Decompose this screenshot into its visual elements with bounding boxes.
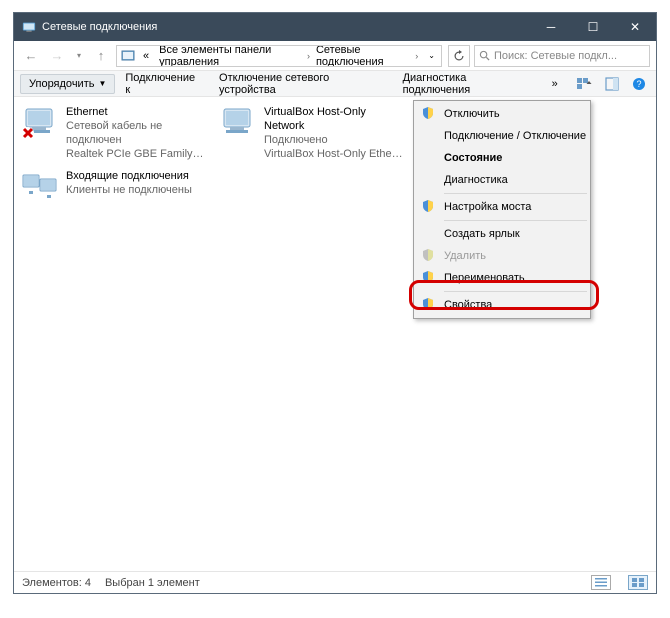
- shield-icon: [421, 106, 437, 122]
- ctx-diagnostics[interactable]: Диагностика: [416, 169, 588, 191]
- control-panel-icon: [121, 49, 137, 63]
- titlebar: Сетевые подключения ─ ☐ ✕: [14, 13, 656, 41]
- item-count: Элементов: 4: [22, 577, 91, 589]
- overflow-button[interactable]: »: [544, 75, 566, 93]
- window: Сетевые подключения ─ ☐ ✕ ← → ▾ ↑ « Все …: [13, 12, 657, 594]
- adapter-name: VirtualBox Host-Only Network: [264, 105, 404, 133]
- ctx-label: Свойства: [444, 299, 492, 311]
- diagnose-button[interactable]: Диагностика подключения: [395, 69, 542, 99]
- ctx-disable[interactable]: Отключить: [416, 103, 588, 125]
- separator: [444, 193, 587, 194]
- shield-icon: [421, 199, 437, 215]
- incoming-icon: [20, 169, 60, 205]
- ctx-properties[interactable]: Свойства: [416, 294, 588, 316]
- help-button[interactable]: ?: [629, 74, 650, 94]
- up-button[interactable]: ↑: [90, 45, 112, 67]
- ctx-label: Удалить: [444, 250, 486, 262]
- ctx-shortcut[interactable]: Создать ярлык: [416, 223, 588, 245]
- connect-button[interactable]: Подключение к: [117, 69, 209, 99]
- adapter-status: Сетевой кабель не подключен: [66, 119, 206, 147]
- breadcrumb-prefix: «: [139, 50, 153, 62]
- window-title: Сетевые подключения: [42, 21, 157, 33]
- ctx-bridge[interactable]: Настройка моста: [416, 196, 588, 218]
- content-area: Ethernet Сетевой кабель не подключен Rea…: [14, 97, 656, 571]
- disable-device-button[interactable]: Отключение сетевого устройства: [211, 69, 393, 99]
- history-dropdown[interactable]: ▾: [72, 45, 86, 67]
- shield-icon: [421, 297, 437, 313]
- forward-button[interactable]: →: [46, 45, 68, 67]
- adapter-name: Входящие подключения: [66, 169, 192, 183]
- adapter-status: Клиенты не подключены: [66, 183, 192, 197]
- svg-text:?: ?: [637, 79, 642, 89]
- adapter-name: Ethernet: [66, 105, 206, 119]
- breadcrumb-separator-icon: ›: [415, 51, 418, 61]
- view-options-button[interactable]: [574, 74, 595, 94]
- statusbar: Элементов: 4 Выбран 1 элемент: [14, 571, 656, 593]
- ctx-connect-disconnect[interactable]: Подключение / Отключение: [416, 125, 588, 147]
- chevron-down-icon: ▼: [98, 79, 106, 88]
- preview-pane-button[interactable]: [601, 74, 622, 94]
- shield-icon: [421, 248, 437, 264]
- ctx-label: Отключить: [444, 108, 500, 120]
- ctx-label: Настройка моста: [444, 201, 531, 213]
- breadcrumb-seg1[interactable]: Все элементы панели управления: [155, 45, 305, 67]
- context-menu: Отключить Подключение / Отключение Состо…: [413, 100, 591, 319]
- adapter-icon: [218, 105, 258, 141]
- adapter-desc: VirtualBox Host-Only Ethernet Ad...: [264, 147, 404, 161]
- adapter-status: Подключено: [264, 133, 404, 147]
- ctx-label: Переименовать: [444, 272, 525, 284]
- selection-count: Выбран 1 элемент: [105, 577, 200, 589]
- adapter-item[interactable]: VirtualBox Host-Only Network Подключено …: [216, 103, 406, 163]
- close-button[interactable]: ✕: [614, 13, 656, 41]
- breadcrumb-dropdown-icon[interactable]: ⌄: [422, 51, 441, 60]
- details-view-button[interactable]: [591, 575, 611, 590]
- app-icon: [22, 20, 36, 34]
- tiles-view-button[interactable]: [628, 575, 648, 590]
- adapter-item[interactable]: Входящие подключения Клиенты не подключе…: [18, 167, 208, 207]
- organize-button[interactable]: Упорядочить ▼: [20, 74, 115, 94]
- search-icon: [479, 50, 490, 61]
- separator: [444, 220, 587, 221]
- minimize-button[interactable]: ─: [530, 13, 572, 41]
- separator: [444, 291, 587, 292]
- breadcrumb-separator-icon: ›: [307, 51, 310, 61]
- back-button[interactable]: ←: [20, 45, 42, 67]
- organize-label: Упорядочить: [29, 78, 94, 90]
- search-input[interactable]: Поиск: Сетевые подкл...: [474, 45, 650, 67]
- shield-icon: [421, 270, 437, 286]
- ctx-rename[interactable]: Переименовать: [416, 267, 588, 289]
- toolbar: Упорядочить ▼ Подключение к Отключение с…: [14, 71, 656, 97]
- adapter-icon: [20, 105, 60, 141]
- ctx-delete: Удалить: [416, 245, 588, 267]
- ctx-status[interactable]: Состояние: [416, 147, 588, 169]
- adapter-item[interactable]: Ethernet Сетевой кабель не подключен Rea…: [18, 103, 208, 163]
- adapter-desc: Realtek PCIe GBE Family Controller: [66, 147, 206, 161]
- refresh-button[interactable]: [448, 45, 470, 67]
- search-placeholder: Поиск: Сетевые подкл...: [494, 50, 617, 62]
- breadcrumb-seg2[interactable]: Сетевые подключения: [312, 45, 413, 67]
- maximize-button[interactable]: ☐: [572, 13, 614, 41]
- address-bar: ← → ▾ ↑ « Все элементы панели управления…: [14, 41, 656, 71]
- breadcrumb[interactable]: « Все элементы панели управления › Сетев…: [116, 45, 442, 67]
